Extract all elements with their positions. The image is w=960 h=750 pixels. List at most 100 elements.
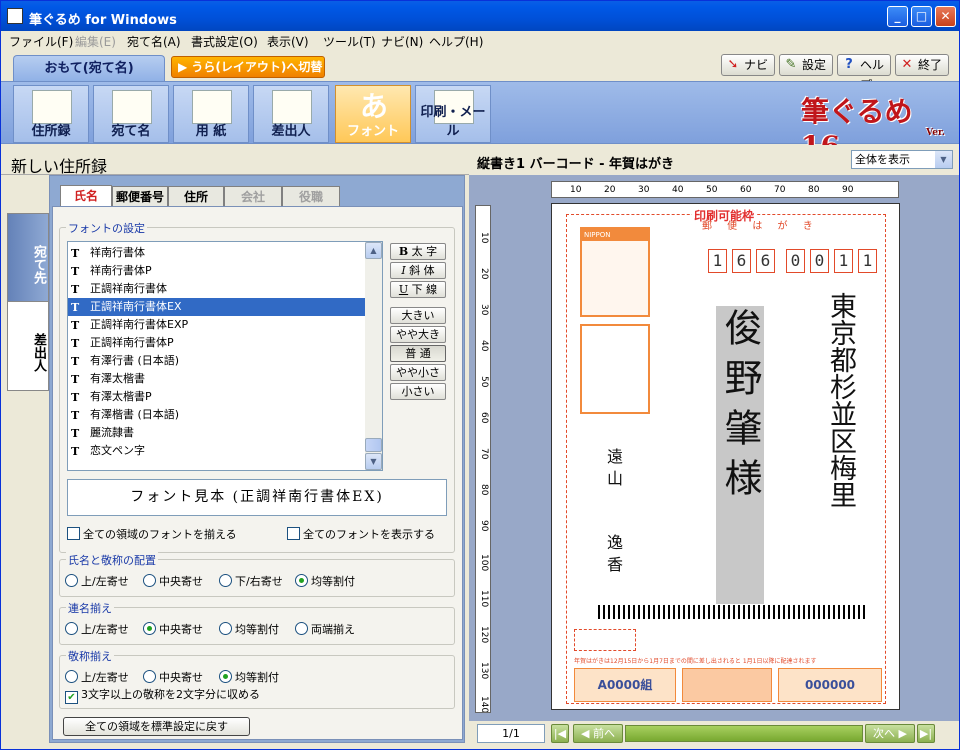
joint-center-radio[interactable]: 中央寄せ — [143, 622, 203, 636]
reset-defaults-button[interactable]: 全ての領域を標準設定に戻す — [63, 717, 250, 736]
bold-button[interactable]: B 太 字 — [390, 243, 446, 260]
prev-button[interactable]: ◀ 前へ — [573, 724, 623, 743]
honor-justify-radio[interactable]: 均等割付 — [219, 670, 279, 684]
tool-print-mail[interactable]: 印刷・メール — [415, 85, 491, 143]
list-item[interactable]: T 有澤行書 (日本語) — [68, 352, 366, 370]
align-all-fonts-checkbox[interactable]: 全ての領域のフォントを揃える — [67, 527, 237, 541]
menu-format[interactable]: 書式設定(O) — [191, 33, 258, 50]
list-item[interactable]: T 祥南行書体P — [68, 262, 366, 280]
recipient-name[interactable]: 俊野肇様 — [716, 308, 764, 508]
scroll-thumb[interactable] — [365, 438, 382, 452]
align-bottom-radio[interactable]: 下/右寄せ — [219, 574, 283, 588]
tab-zip[interactable]: 郵便番号 — [112, 186, 168, 207]
chevron-right-icon: ▶ — [898, 727, 907, 740]
postmark-image — [580, 324, 650, 414]
close-button[interactable]: ✕ — [935, 6, 956, 27]
chevron-down-icon[interactable]: ▼ — [935, 151, 952, 168]
menu-view[interactable]: 表示(V) — [267, 33, 309, 50]
list-item[interactable]: T 正調祥南行書体 — [68, 280, 366, 298]
menu-tools[interactable]: ツール(T) — [323, 33, 376, 50]
size-small-button[interactable]: 小さい — [390, 383, 446, 400]
chevron-up-icon[interactable]: ▲ — [365, 242, 382, 259]
tab-title[interactable]: 役職 — [282, 186, 340, 207]
list-item[interactable]: T 有澤楷書 (日本語) — [68, 406, 366, 424]
size-normal-button[interactable]: 普 通 — [390, 345, 446, 362]
font-list-scrollbar[interactable]: ▲ ▼ — [365, 242, 382, 470]
page-slider[interactable] — [625, 725, 863, 742]
zip-digit: 1 — [858, 249, 877, 273]
honor-center-radio[interactable]: 中央寄せ — [143, 670, 203, 684]
title-bar[interactable]: 筆ぐるめ for Windows _ □ ✕ — [1, 1, 959, 31]
tool-recipient[interactable]: 宛て名 — [93, 85, 169, 143]
align-center-radio[interactable]: 中央寄せ — [143, 574, 203, 588]
address-book-icon — [32, 90, 72, 124]
wrench-icon: ✎ — [785, 57, 797, 72]
align-justify-radio[interactable]: 均等割付 — [295, 574, 355, 588]
vertical-ruler: 10 20 30 40 50 60 70 80 90 100 110 120 1… — [475, 205, 491, 713]
truetype-icon: T — [71, 247, 80, 260]
tool-address-book[interactable]: 住所録 — [13, 85, 89, 143]
list-item[interactable]: T 祥南行書体 — [68, 244, 366, 262]
settings-button[interactable]: ✎ 設定 — [779, 54, 833, 76]
joint-justify-radio[interactable]: 均等割付 — [219, 622, 279, 636]
honor-fit-checkbox[interactable]: ✔ 3文字以上の敬称を2文字分に収める — [65, 688, 260, 704]
recipient-address[interactable]: 東京都杉並区梅里 — [824, 292, 856, 532]
underline-button[interactable]: U 下 線 — [390, 281, 446, 298]
help-button[interactable]: ?ヘルプ — [837, 54, 891, 92]
menu-file[interactable]: ファイル(F) — [9, 33, 73, 50]
menu-bar: ファイル(F) 編集(E) 宛て名(A) 書式設定(O) 表示(V) ツール(T… — [1, 31, 959, 50]
chevron-down-icon[interactable]: ▼ — [365, 453, 382, 470]
tab-company[interactable]: 会社 — [224, 186, 282, 207]
tool-paper[interactable]: 用 紙 — [173, 85, 249, 143]
check-icon[interactable]: ✔ — [65, 691, 78, 704]
joint-both-radio[interactable]: 両端揃え — [295, 622, 355, 636]
sender-family[interactable]: 遠山 — [604, 448, 623, 492]
list-item[interactable]: T 恋文ペン字 — [68, 442, 366, 460]
align-top-radio[interactable]: 上/左寄せ — [65, 574, 129, 588]
joint-top-radio[interactable]: 上/左寄せ — [65, 622, 129, 636]
address-book-title: 新しい住所録 — [1, 145, 469, 176]
italic-button[interactable]: I 斜 体 — [390, 262, 446, 279]
sender-given[interactable]: 逸香 — [604, 534, 623, 578]
tab-address[interactable]: 住所 — [168, 186, 224, 207]
navi-button[interactable]: ➘ ナビ — [721, 54, 775, 76]
maximize-button[interactable]: □ — [911, 6, 932, 27]
truetype-icon: T — [71, 391, 80, 404]
font-sample: フォント見本 (正調祥南行書体EX) — [67, 479, 447, 516]
tab-back-switch[interactable]: ▶ うら(レイアウト)へ切替 — [171, 56, 325, 78]
next-button[interactable]: 次へ ▶ — [865, 724, 915, 743]
menu-address[interactable]: 宛て名(A) — [127, 33, 181, 50]
tool-sender[interactable]: 差出人 — [253, 85, 329, 143]
list-item[interactable]: T 正調祥南行書体P — [68, 334, 366, 352]
menu-help[interactable]: ヘルプ(H) — [429, 33, 483, 50]
side-tab-sender[interactable]: 差出人 — [7, 301, 49, 391]
font-list[interactable]: T 祥南行書体 T 祥南行書体P T 正調祥南行書体 T 正調祥南行書体EX T 正調祥南… — [67, 241, 383, 471]
side-tab-recipient[interactable]: 宛て先 — [7, 213, 49, 303]
tab-front[interactable]: おもて(宛て名) — [13, 55, 165, 82]
checkbox-box[interactable] — [287, 527, 300, 540]
tool-font[interactable]: あフォント — [335, 85, 411, 143]
checkbox-box[interactable] — [67, 527, 80, 540]
view-select[interactable]: 全体を表示 ▼ — [851, 150, 953, 169]
font-icon: あ — [359, 90, 388, 123]
list-item[interactable]: T 有澤太楷書P — [68, 388, 366, 406]
list-item-selected[interactable]: T 正調祥南行書体EX — [68, 298, 366, 316]
size-large-button[interactable]: 大きい — [390, 307, 446, 324]
truetype-icon: T — [71, 427, 80, 440]
menu-edit[interactable]: 編集(E) — [75, 33, 116, 50]
first-page-button[interactable]: |◀ — [551, 724, 569, 743]
list-item[interactable]: T 有澤太楷書 — [68, 370, 366, 388]
honor-top-radio[interactable]: 上/左寄せ — [65, 670, 129, 684]
exit-button[interactable]: ✕ 終了 — [895, 54, 949, 76]
minimize-button[interactable]: _ — [887, 6, 908, 27]
show-all-fonts-checkbox[interactable]: 全てのフォントを表示する — [287, 527, 435, 541]
size-slightly-small-button[interactable]: やや小さい — [390, 364, 446, 394]
truetype-icon: T — [71, 409, 80, 422]
postcard-preview[interactable]: 印刷可能枠 郵 便 は が き NIPPON 1 6 6 0 0 1 1 東京都… — [551, 203, 900, 710]
last-page-button[interactable]: ▶| — [917, 724, 935, 743]
size-slightly-large-button[interactable]: やや大きい — [390, 326, 446, 356]
list-item[interactable]: T 麗流隷書 — [68, 424, 366, 442]
menu-navi[interactable]: ナビ(N) — [381, 33, 423, 50]
tab-name[interactable]: 氏名 — [60, 185, 112, 208]
list-item[interactable]: T 正調祥南行書体EXP — [68, 316, 366, 334]
